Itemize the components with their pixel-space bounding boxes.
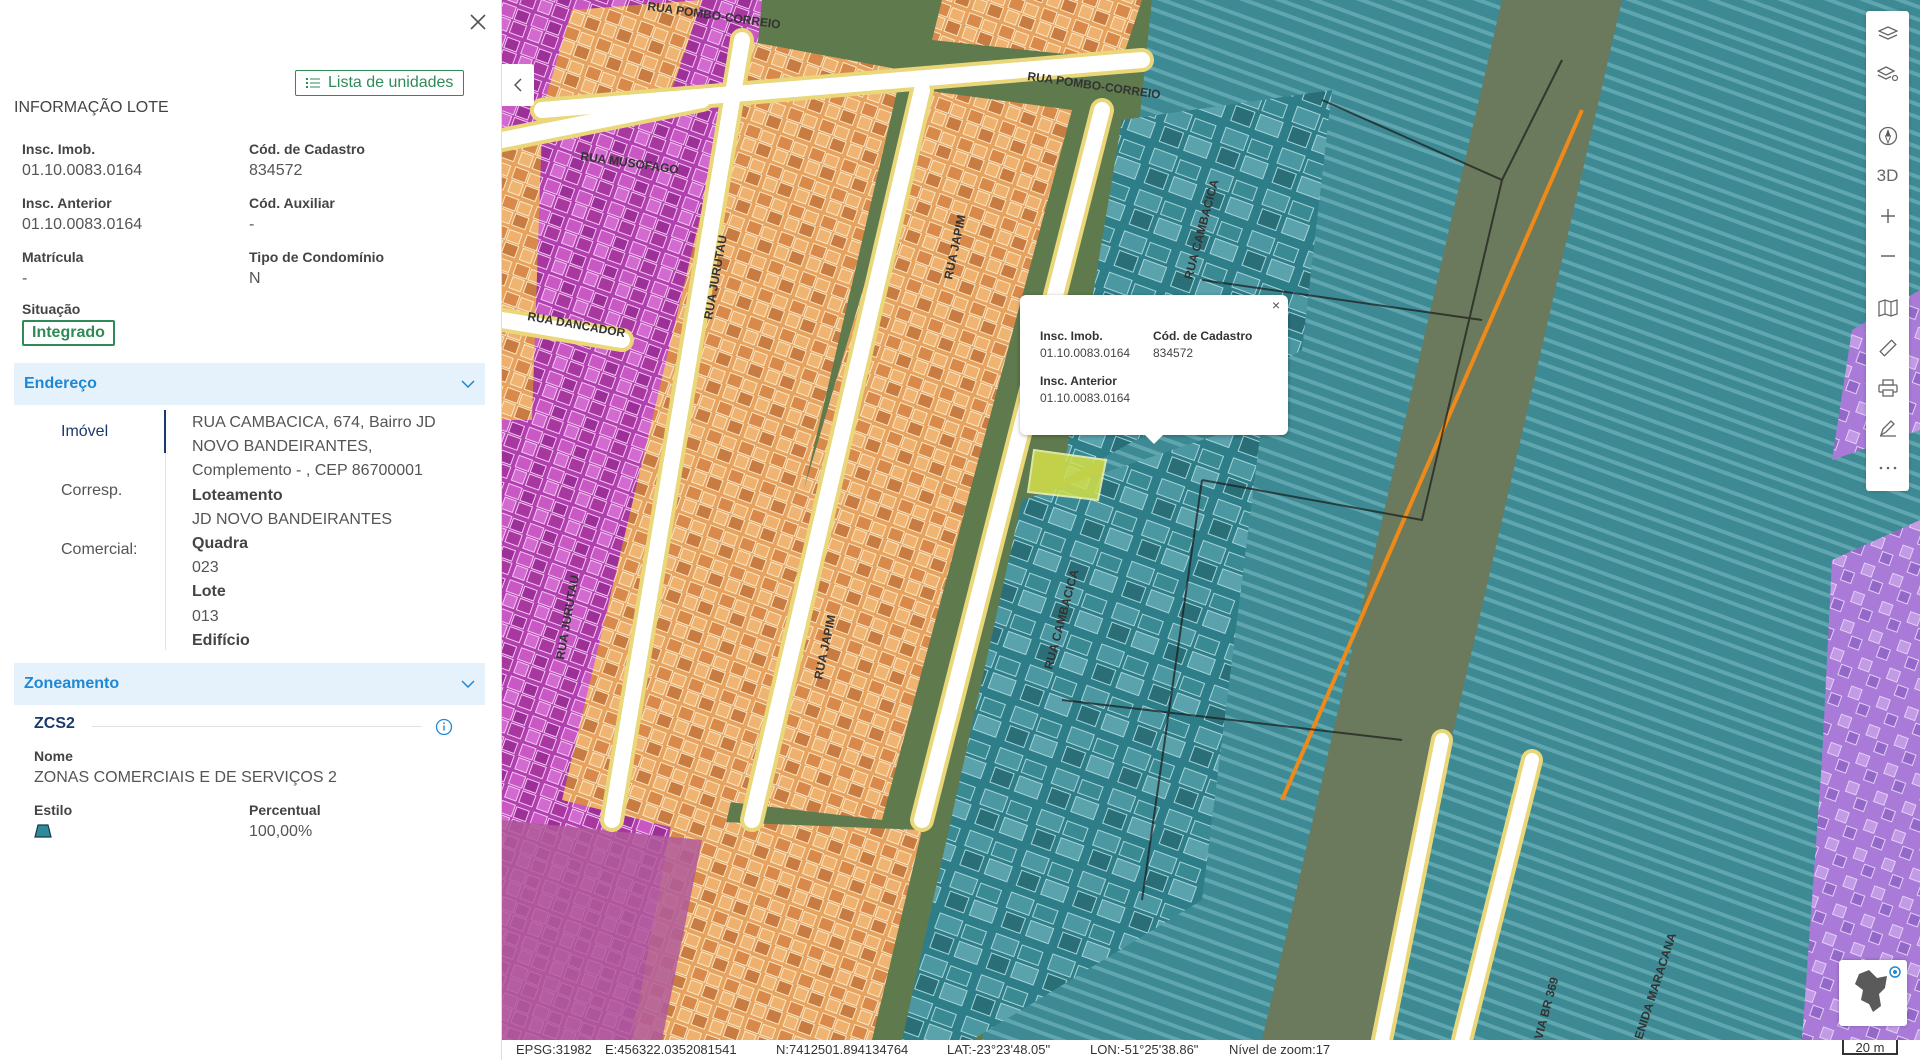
tab-divider bbox=[165, 453, 166, 650]
tab-corresp[interactable]: Corresp. bbox=[61, 482, 122, 500]
close-icon[interactable] bbox=[466, 10, 490, 34]
insc-imob-label: Insc. Imob. bbox=[22, 141, 96, 157]
zoom-out-button[interactable] bbox=[1866, 237, 1909, 275]
cod-cadastro-label: Cód. de Cadastro bbox=[249, 141, 365, 157]
layer-settings-button[interactable] bbox=[1866, 55, 1909, 93]
chevron-down-icon bbox=[461, 680, 475, 688]
tipo-condominio-value: N bbox=[249, 270, 261, 287]
popup-cod-cadastro-value: 834572 bbox=[1153, 346, 1194, 360]
region-minimap-button[interactable] bbox=[1839, 960, 1907, 1026]
zoom-in-button[interactable] bbox=[1866, 197, 1909, 235]
info-icon[interactable] bbox=[435, 718, 453, 736]
draw-icon bbox=[1879, 420, 1896, 437]
scale-bar: 20 m bbox=[1842, 1040, 1898, 1055]
plus-icon bbox=[1880, 209, 1895, 223]
panel-title: INFORMAÇÃO LOTE bbox=[14, 99, 169, 116]
map-canvas[interactable]: RUA POMBO-CORREIO RUA POMBO-CORREIO RUA … bbox=[502, 0, 1920, 1040]
tab-comercial[interactable]: Comercial: bbox=[61, 541, 137, 559]
lote-label: Lote bbox=[192, 583, 226, 601]
easting-readout: E:456322.0352081541 bbox=[605, 1042, 737, 1057]
list-icon bbox=[306, 78, 320, 88]
address-line: Complemento - , CEP 86700001 bbox=[192, 462, 423, 480]
status-badge: Integrado bbox=[22, 320, 115, 346]
address-line: NOVO BANDEIRANTES, bbox=[192, 438, 373, 456]
quadra-value: 023 bbox=[192, 559, 219, 577]
layers-button[interactable] bbox=[1866, 15, 1909, 53]
tipo-condominio-label: Tipo de Condomínio bbox=[249, 249, 385, 265]
map-toolbar: 3D bbox=[1866, 11, 1909, 491]
popup-pointer bbox=[1144, 434, 1164, 444]
edificio-label: Edifício bbox=[192, 631, 250, 649]
zone-code: ZCS2 bbox=[34, 715, 75, 732]
northing-readout: N:7412501.894134764 bbox=[776, 1042, 909, 1057]
layers-settings-icon bbox=[1876, 66, 1898, 82]
matricula-value: - bbox=[22, 270, 28, 287]
measure-button[interactable] bbox=[1866, 329, 1909, 367]
popup-close-button[interactable]: × bbox=[1272, 297, 1280, 313]
chevron-left-icon bbox=[514, 78, 522, 92]
loteamento-value: JD NOVO BANDEIRANTES bbox=[192, 510, 393, 528]
region-map-icon bbox=[1855, 966, 1901, 1012]
popup-insc-imob-value: 01.10.0083.0164 bbox=[1040, 346, 1131, 360]
lote-value: 013 bbox=[192, 607, 219, 625]
active-tab-indicator bbox=[164, 410, 166, 453]
insc-anterior-label: Insc. Anterior bbox=[22, 195, 112, 211]
selected-lot bbox=[1026, 448, 1108, 502]
more-button[interactable] bbox=[1866, 449, 1909, 487]
quadra-label: Quadra bbox=[192, 535, 249, 553]
layers-icon bbox=[1877, 26, 1898, 40]
cod-auxiliar-value: - bbox=[249, 216, 255, 233]
zoning-section-header[interactable]: Zoneamento bbox=[14, 663, 485, 705]
info-panel: Lista de unidades INFORMAÇÃO LOTE Insc. … bbox=[0, 0, 502, 1060]
printer-icon bbox=[1877, 379, 1898, 397]
insc-anterior-value: 01.10.0083.0164 bbox=[22, 216, 143, 233]
collapse-panel-button[interactable] bbox=[502, 64, 534, 106]
cod-auxiliar-label: Cód. Auxiliar bbox=[249, 195, 335, 211]
compass-icon bbox=[1878, 126, 1897, 146]
unit-list-button[interactable]: Lista de unidades bbox=[295, 70, 465, 96]
basemap-button[interactable] bbox=[1866, 289, 1909, 327]
zone-name-label: Nome bbox=[34, 748, 73, 764]
print-button[interactable] bbox=[1866, 369, 1909, 407]
cod-cadastro-value: 834572 bbox=[249, 162, 303, 179]
unit-list-label: Lista de unidades bbox=[328, 74, 454, 91]
zone-percent-label: Percentual bbox=[249, 802, 321, 818]
more-icon bbox=[1879, 466, 1896, 470]
address-section-header[interactable]: Endereço bbox=[14, 363, 485, 405]
map-icon bbox=[1877, 299, 1898, 317]
popup-insc-imob-label: Insc. Imob. bbox=[1040, 329, 1103, 343]
ruler-icon bbox=[1878, 339, 1897, 357]
matricula-label: Matrícula bbox=[22, 249, 84, 265]
compass-button[interactable] bbox=[1866, 117, 1909, 155]
zone-style-swatch-icon bbox=[34, 824, 52, 838]
longitude-readout: LON:-51°25'38.86" bbox=[1090, 1042, 1199, 1057]
divider bbox=[92, 726, 422, 727]
loteamento-label: Loteamento bbox=[192, 486, 283, 504]
3d-button[interactable]: 3D bbox=[1866, 157, 1909, 195]
insc-imob-value: 01.10.0083.0164 bbox=[22, 162, 143, 179]
minus-icon bbox=[1880, 255, 1895, 257]
latitude-readout: LAT:-23°23'48.05" bbox=[947, 1042, 1051, 1057]
draw-button[interactable] bbox=[1866, 409, 1909, 447]
status-bar: EPSG:31982 E:456322.0352081541 N:7412501… bbox=[502, 1040, 1920, 1060]
zone-percent-value: 100,00% bbox=[249, 823, 313, 840]
situacao-label: Situação bbox=[22, 301, 81, 317]
popup-cod-cadastro-label: Cód. de Cadastro bbox=[1153, 329, 1253, 343]
address-content: RUA CAMBACICA, 674, Bairro JD NOVO BANDE… bbox=[192, 411, 482, 653]
map-layers: RUA POMBO-CORREIO RUA POMBO-CORREIO RUA … bbox=[502, 0, 1920, 1040]
popup-insc-anterior-label: Insc. Anterior bbox=[1040, 374, 1117, 388]
address-line: RUA CAMBACICA, 674, Bairro JD bbox=[192, 414, 436, 431]
zone-name-value: ZONAS COMERCIAIS E DE SERVIÇOS 2 bbox=[34, 769, 337, 786]
zoom-level-readout: Nível de zoom:17 bbox=[1229, 1042, 1331, 1057]
chevron-down-icon bbox=[461, 380, 475, 388]
zoning-section-title: Zoneamento bbox=[24, 675, 120, 692]
feature-popup: × Insc. Imob. 01.10.0083.0164 Cód. de Ca… bbox=[1020, 295, 1288, 435]
popup-insc-anterior-value: 01.10.0083.0164 bbox=[1040, 391, 1131, 405]
tab-imovel[interactable]: Imóvel bbox=[61, 423, 108, 441]
zone-style-label: Estilo bbox=[34, 802, 73, 818]
epsg-readout: EPSG:31982 bbox=[516, 1042, 592, 1057]
address-section-title: Endereço bbox=[24, 375, 97, 392]
